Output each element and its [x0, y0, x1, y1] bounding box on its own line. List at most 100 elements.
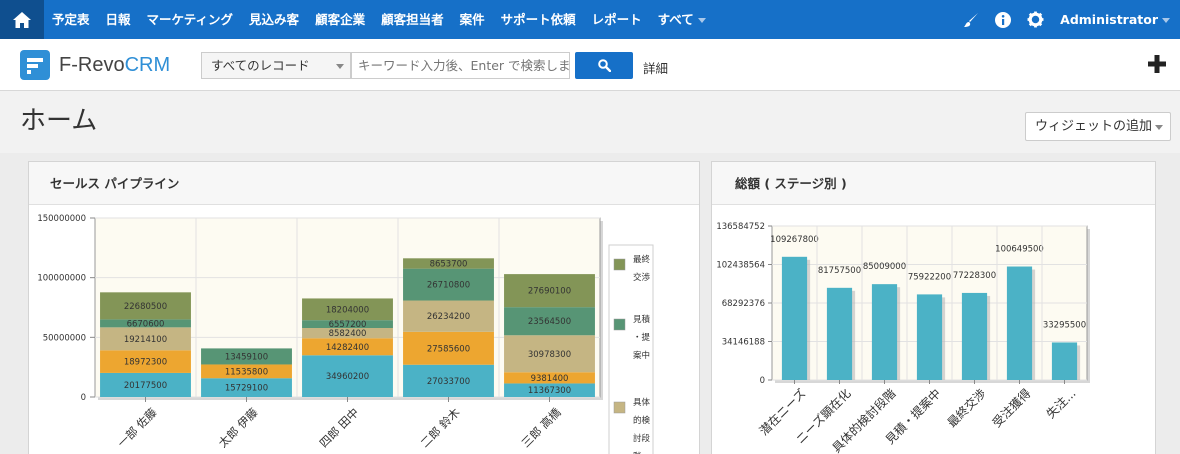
data-label: 14282400 — [326, 343, 369, 353]
nav-item-all[interactable]: すべて — [650, 0, 714, 39]
logo-text-accent: CRM — [124, 53, 171, 76]
data-label: 13459100 — [225, 352, 268, 362]
y-tick-label: 136584752 — [716, 222, 765, 232]
search-button[interactable] — [575, 52, 633, 79]
data-label: 23564500 — [528, 317, 571, 327]
widget-header: 総額 ( ステージ別 ) — [712, 162, 1155, 205]
data-label: 30978300 — [528, 350, 571, 360]
legend-swatch — [613, 318, 626, 331]
bar — [781, 256, 808, 380]
home-button[interactable] — [0, 0, 44, 39]
data-label: 81757500 — [818, 266, 861, 276]
sub-bar: F-RevoCRM すべてのレコード 詳細 — [0, 39, 1180, 91]
data-label: 11535800 — [225, 367, 268, 377]
gear-icon[interactable] — [1027, 11, 1044, 28]
logo-text-main: F-Revo — [59, 53, 125, 76]
top-nav: 予定表 日報 マーケティング 見込み客 顧客企業 顧客担当者 案件 サポート依頼… — [0, 0, 1180, 39]
logo-text: F-RevoCRM — [59, 54, 170, 77]
nav-right: Administrator — [947, 0, 1170, 39]
search-input[interactable] — [351, 52, 570, 79]
logo-mark-icon — [20, 50, 50, 80]
legend-swatch — [613, 258, 626, 271]
nav-item-all-label: すべて — [657, 12, 694, 27]
x-tick-label: 三郎 高橋 — [519, 405, 564, 450]
nav-item-accounts[interactable]: 顧客企業 — [307, 0, 373, 39]
data-label: 33295500 — [1043, 320, 1086, 330]
brush-icon[interactable] — [963, 12, 979, 28]
chevron-down-icon — [336, 64, 344, 69]
chevron-down-icon — [697, 18, 706, 23]
bar — [1006, 266, 1033, 380]
data-label: 18204000 — [326, 305, 369, 315]
bar — [916, 294, 943, 380]
y-tick-label: 102438564 — [716, 261, 765, 271]
bar — [826, 287, 853, 380]
x-tick-label: 受注獲得 — [989, 386, 1034, 431]
data-label: 27585600 — [427, 344, 470, 354]
data-label: 85009000 — [863, 262, 906, 272]
advanced-search-link[interactable]: 詳細 — [643, 58, 668, 77]
data-label: 26710800 — [427, 281, 470, 291]
sales-pipeline-widget: セールス パイプライン 0 50000000 100000000 150000000 2… — [28, 161, 700, 454]
add-widget-label: ウィジェットの追加 — [1035, 119, 1153, 134]
user-menu[interactable]: Administrator — [1060, 12, 1170, 27]
logo[interactable]: F-RevoCRM — [20, 50, 170, 80]
chevron-down-icon — [1162, 18, 1170, 23]
bar — [871, 284, 898, 380]
bar — [1051, 342, 1078, 380]
nav-item-marketing[interactable]: マーケティング — [139, 0, 242, 39]
widget-title: 総額 ( ステージ別 ) — [735, 176, 847, 191]
add-widget-button[interactable]: ウィジェットの追加 — [1025, 112, 1171, 141]
nav-item-calendar[interactable]: 予定表 — [44, 0, 98, 39]
record-type-value: すべてのレコード — [211, 58, 310, 73]
search-icon — [597, 59, 611, 72]
data-label: 6557200 — [329, 320, 367, 330]
x-tick-label: 最終交渉 — [944, 386, 989, 431]
y-tick-label: 34146188 — [722, 338, 765, 348]
record-type-select[interactable]: すべてのレコード — [201, 52, 351, 79]
x-tick-label: 太郎 伊藤 — [216, 405, 261, 450]
data-label: 109267800 — [770, 235, 819, 245]
x-tick-label: 失注... — [1043, 386, 1079, 422]
data-label: 6670600 — [127, 319, 165, 329]
data-label: 22680500 — [124, 302, 167, 312]
data-label: 26234200 — [427, 312, 470, 322]
nav-item-support[interactable]: サポート依頼 — [493, 0, 584, 39]
page-title: ホーム — [20, 106, 98, 136]
widget-title: セールス パイプライン — [50, 176, 180, 191]
x-tick-label: 一部 佐藤 — [115, 405, 160, 450]
y-tick-label: 68292376 — [722, 299, 765, 309]
y-tick-label: 150000000 — [37, 214, 86, 224]
data-label: 77228300 — [953, 271, 996, 281]
y-tick-label: 100000000 — [37, 274, 86, 284]
legend-label: 見積・提案中 — [633, 314, 651, 361]
chevron-down-icon — [1155, 125, 1163, 130]
data-label: 75922200 — [908, 272, 951, 282]
info-icon[interactable] — [995, 11, 1012, 28]
plus-icon[interactable] — [1146, 53, 1168, 75]
y-tick-label: 0 — [760, 376, 765, 386]
amount-by-stage-chart: 0 34146188 68292376 102438564 136584752 10926… — [716, 222, 1090, 454]
y-tick-label: 50000000 — [43, 333, 86, 343]
data-label: 100649500 — [995, 245, 1044, 255]
data-label: 20177500 — [124, 381, 167, 391]
data-label: 34960200 — [326, 372, 369, 382]
widget-header: セールス パイプライン — [29, 162, 699, 205]
data-label: 8582400 — [329, 329, 367, 339]
data-label: 19214100 — [124, 335, 167, 345]
x-tick-label: 四郎 田中 — [317, 405, 362, 450]
nav-item-leads[interactable]: 見込み客 — [241, 0, 307, 39]
data-label: 27033700 — [427, 377, 470, 387]
legend-swatch — [613, 401, 626, 414]
data-label: 15729100 — [225, 384, 268, 394]
data-label: 27690100 — [528, 287, 571, 297]
bar — [961, 292, 988, 380]
nav-item-daily-report[interactable]: 日報 — [98, 0, 139, 39]
y-tick-label: 0 — [81, 393, 86, 403]
sales-pipeline-chart: 0 50000000 100000000 150000000 20177500 18972… — [37, 214, 654, 454]
nav-item-reports[interactable]: レポート — [584, 0, 650, 39]
data-label: 11367300 — [528, 386, 571, 396]
nav-item-opportunities[interactable]: 案件 — [452, 0, 493, 39]
x-tick-label: 二郎 鈴木 — [418, 405, 463, 450]
nav-item-contacts[interactable]: 顧客担当者 — [373, 0, 452, 39]
